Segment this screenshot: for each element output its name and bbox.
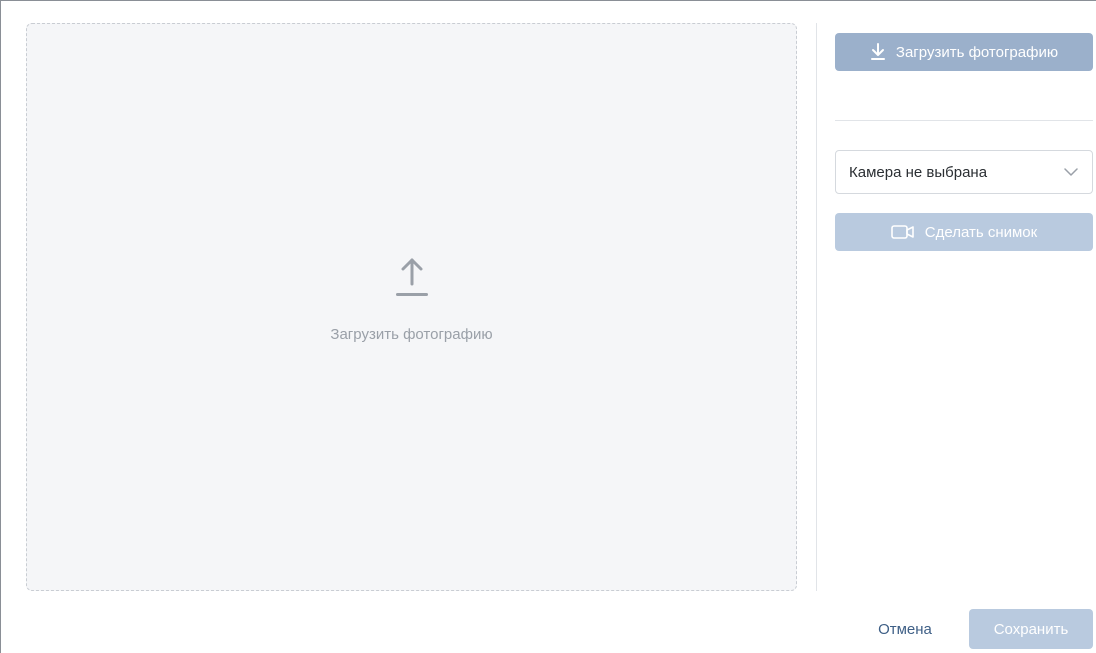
upload-photo-label: Загрузить фотографию: [895, 43, 1059, 61]
vertical-divider: [816, 23, 817, 591]
take-snapshot-label: Сделать снимок: [924, 223, 1038, 241]
dropzone-label: Загрузить фотографию: [330, 326, 493, 343]
photo-dropzone[interactable]: Загрузить фотографию: [26, 23, 797, 591]
camera-select-value: Камера не выбрана: [849, 163, 988, 181]
camera-select[interactable]: Камера не выбрана: [835, 150, 1093, 194]
upload-photo-button[interactable]: Загрузить фотографию: [835, 33, 1093, 71]
horizontal-divider: [835, 120, 1093, 121]
take-snapshot-button[interactable]: Сделать снимок: [835, 213, 1093, 251]
save-button[interactable]: Сохранить: [969, 609, 1093, 649]
chevron-down-icon: [1064, 168, 1078, 176]
video-camera-icon: [890, 225, 914, 239]
photo-upload-dialog: Загрузить фотографию Загрузить фотографи…: [0, 0, 1096, 653]
upload-icon: [395, 258, 428, 296]
download-icon: [870, 43, 885, 60]
cancel-button[interactable]: Отмена: [857, 609, 953, 649]
